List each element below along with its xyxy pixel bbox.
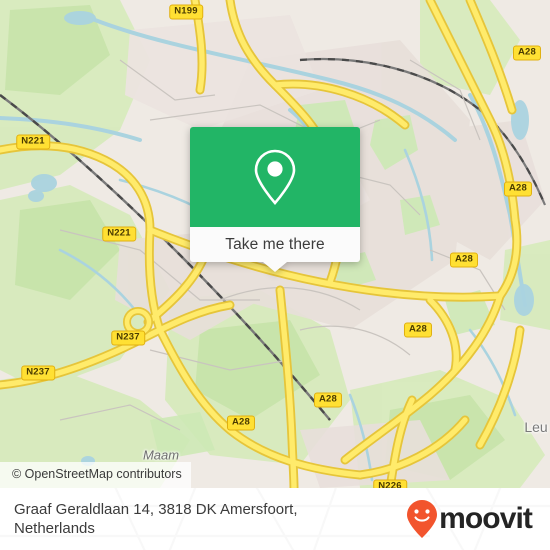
take-me-there-label: Take me there bbox=[225, 235, 325, 253]
road-shield: A28 bbox=[226, 415, 256, 431]
place-label-leusden: Leu bbox=[524, 419, 548, 435]
address-line-2: Netherlands bbox=[14, 520, 95, 537]
road-shield: A28 bbox=[512, 45, 542, 61]
location-pin-icon bbox=[254, 149, 296, 205]
road-shield: N199 bbox=[169, 4, 203, 20]
road-shield: A28 bbox=[403, 322, 433, 338]
moovit-smiley-pin-icon bbox=[407, 500, 438, 538]
road-shield: N237 bbox=[111, 330, 145, 346]
popup-pointer bbox=[263, 262, 287, 272]
moovit-wordmark: moovit bbox=[439, 502, 533, 535]
location-popup-card[interactable]: Take me there bbox=[190, 127, 360, 272]
address-line-1: Graaf Geraldlaan 14, 3818 DK Amersfoort, bbox=[14, 501, 298, 518]
road-shield: N226 bbox=[373, 479, 407, 488]
footer-bar: Graaf Geraldlaan 14, 3818 DK Amersfoort,… bbox=[0, 488, 550, 550]
road-shield: A28 bbox=[503, 181, 533, 197]
address-text: Graaf Geraldlaan 14, 3818 DK Amersfoort,… bbox=[14, 500, 374, 538]
road-shield: A28 bbox=[313, 392, 343, 408]
popup-action-row[interactable]: Take me there bbox=[190, 227, 360, 272]
road-shield: A28 bbox=[449, 252, 479, 268]
screenshot-root: N199 N221 N221 N237 N237 A28 A28 A28 A28… bbox=[0, 0, 550, 550]
map-canvas[interactable]: N199 N221 N221 N237 N237 A28 A28 A28 A28… bbox=[0, 0, 550, 488]
place-label-maam: Maam bbox=[142, 447, 180, 463]
road-shield: N221 bbox=[102, 226, 136, 242]
road-shield: N221 bbox=[16, 134, 50, 150]
road-shield: N237 bbox=[21, 365, 55, 381]
popup-header bbox=[190, 127, 360, 227]
osm-attribution[interactable]: © OpenStreetMap contributors bbox=[0, 462, 191, 488]
moovit-logo[interactable]: moovit bbox=[406, 499, 533, 539]
